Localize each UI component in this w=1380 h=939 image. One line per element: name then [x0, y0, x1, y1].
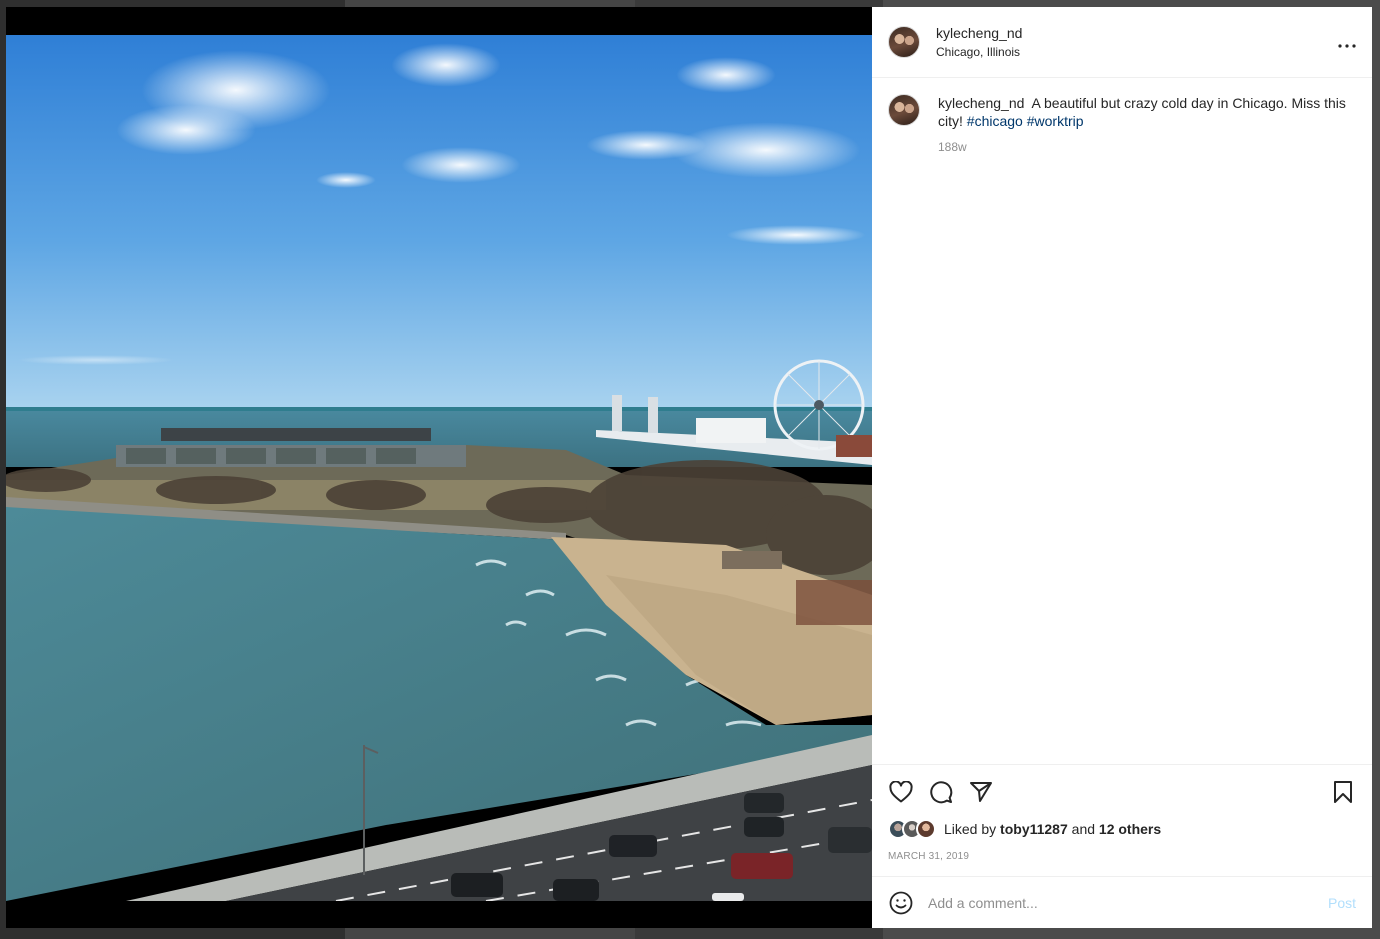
post-modal: kylecheng_nd Chicago, Illinois kylecheng… — [6, 7, 1372, 928]
post-location[interactable]: Chicago, Illinois — [936, 45, 1022, 59]
post-media — [6, 7, 872, 928]
likes-summary: Liked by toby11287 and 12 others — [888, 819, 1356, 839]
bookmark-icon[interactable] — [1330, 779, 1356, 805]
post-photo[interactable] — [6, 35, 872, 901]
caption-age: 188w — [938, 140, 967, 154]
liked-by-prefix: Liked by — [944, 821, 997, 837]
post-caption: kylecheng_nd A beautiful but crazy cold … — [888, 94, 1356, 156]
author-username[interactable]: kylecheng_nd — [936, 25, 1022, 41]
post-date[interactable]: MARCH 31, 2019 — [888, 851, 1356, 876]
paper-plane-icon[interactable] — [968, 779, 994, 805]
heart-icon[interactable] — [888, 779, 914, 805]
author-avatar[interactable] — [888, 26, 920, 58]
more-options-icon[interactable] — [1338, 33, 1356, 51]
caption-username[interactable]: kylecheng_nd — [938, 95, 1024, 111]
comments-section: kylecheng_nd A beautiful but crazy cold … — [872, 78, 1372, 764]
liker-avatar — [916, 819, 936, 839]
liker-username[interactable]: toby11287 — [1000, 821, 1068, 837]
comment-input[interactable] — [928, 894, 1328, 911]
caption-avatar[interactable] — [888, 94, 920, 126]
liked-by-others[interactable]: 12 others — [1099, 821, 1161, 837]
action-bar — [888, 779, 1356, 805]
caption-body: kylecheng_nd A beautiful but crazy cold … — [938, 94, 1356, 156]
comment-icon[interactable] — [928, 779, 954, 805]
add-comment-form: Post — [872, 876, 1372, 928]
smiley-icon[interactable] — [888, 890, 914, 916]
hashtag-link[interactable]: #chicago — [967, 113, 1023, 129]
post-comment-button[interactable]: Post — [1328, 895, 1356, 911]
hashtag-link[interactable]: #worktrip — [1027, 113, 1084, 129]
author-meta: kylecheng_nd Chicago, Illinois — [936, 25, 1022, 59]
liker-avatars[interactable] — [888, 819, 936, 839]
post-actions-area: Liked by toby11287 and 12 others MARCH 3… — [872, 764, 1372, 876]
post-details-panel: kylecheng_nd Chicago, Illinois kylecheng… — [872, 7, 1372, 928]
liked-by-conjunction: and — [1071, 821, 1096, 837]
post-header: kylecheng_nd Chicago, Illinois — [872, 7, 1372, 78]
